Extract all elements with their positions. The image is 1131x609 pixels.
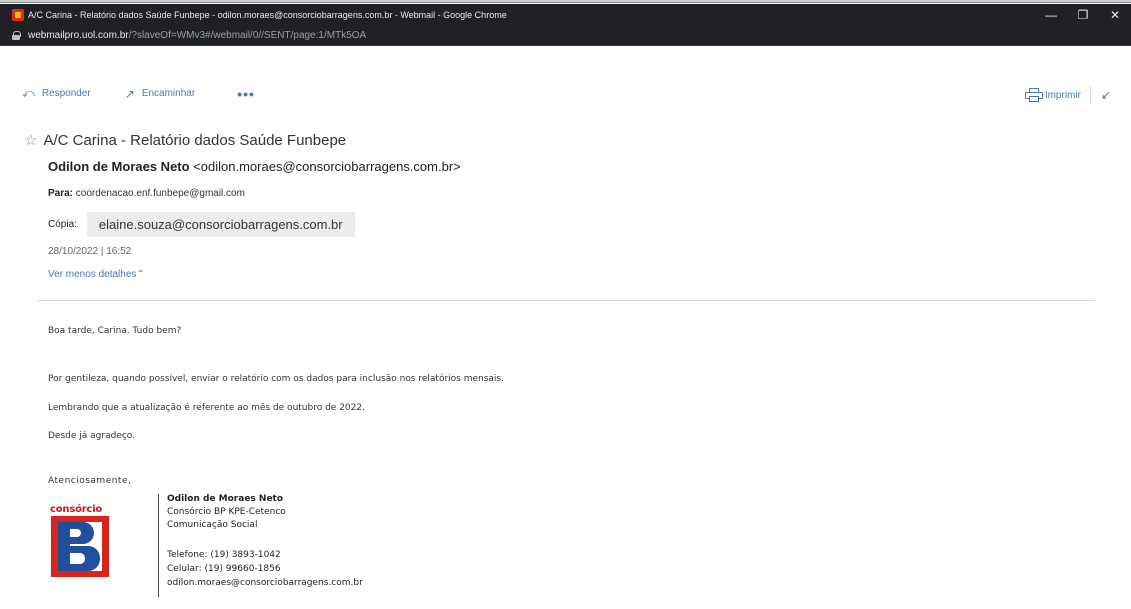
signature-mobile: Celular: (19) 99660-1856: [167, 564, 281, 574]
url-path: /?slaveOf=WMv3#/webmail/0//SENT/page:1/M…: [128, 29, 367, 41]
forward-button[interactable]: ↗ Encaminhar: [125, 87, 195, 101]
recipient-row: Para: coordenacao.enf.funbepe@gmail.com: [48, 188, 245, 199]
toggle-details-link[interactable]: Ver menos detalhes⌃: [48, 269, 145, 280]
signature-name: Odilon de Moraes Neto: [167, 494, 284, 504]
browser-titlebar: A/C Carina - Relatório dados Saúde Funbe…: [0, 4, 1131, 25]
printer-icon[interactable]: [1024, 88, 1043, 102]
message-toolbar: ⤺ Responder ↗ Encaminhar ••• Imprimir ↙: [0, 46, 1131, 122]
reply-label: Responder: [41, 88, 91, 99]
message-date: 28/10/2022 | 16:52: [48, 246, 132, 257]
bp-logo-icon: [51, 516, 109, 577]
forward-icon: ↗: [124, 86, 135, 101]
sender-email: <odilon.moraes@consorciobarragens.com.br…: [193, 159, 461, 174]
minimize-button[interactable]: —: [1035, 4, 1067, 25]
signature-company: Consórcio BP KPE-Cetenco: [167, 507, 286, 517]
star-icon[interactable]: ☆: [24, 131, 37, 149]
message-sender: Odilon de Moraes Neto <odilon.moraes@con…: [48, 159, 461, 174]
lock-icon: [12, 30, 21, 40]
reply-icon: ⤺: [22, 86, 35, 100]
url-host: webmailpro.uol.com.br: [28, 29, 129, 41]
reply-button[interactable]: ⤺ Responder: [22, 86, 91, 101]
body-paragraph-2: Lembrando que a atualização é referente …: [48, 403, 365, 413]
window-title: A/C Carina - Relatório dados Saúde Funbe…: [28, 9, 507, 20]
print-button[interactable]: Imprimir: [1045, 90, 1081, 101]
signature-department: Comunicação Social: [167, 520, 258, 530]
forward-label: Encaminhar: [141, 88, 196, 99]
to-address[interactable]: coordenacao.enf.funbepe@gmail.com: [76, 188, 245, 199]
body-greeting: Boa tarde, Carina. Tudo bem?: [48, 326, 182, 336]
header-divider: [37, 300, 1095, 301]
signature-phone: Telefone: (19) 3893-1042: [167, 550, 281, 560]
collapse-icon[interactable]: ↙: [1101, 88, 1111, 102]
close-button[interactable]: ✕: [1099, 4, 1131, 25]
signature-email[interactable]: odilon.moraes@consorciobarragens.com.br: [167, 578, 363, 588]
toolbar-divider: [1089, 86, 1091, 104]
chevron-up-icon: ⌃: [136, 269, 145, 280]
to-label: Para:: [48, 188, 74, 199]
cc-label: Cópia:: [48, 219, 77, 230]
more-actions-button[interactable]: •••: [237, 87, 255, 101]
address-bar[interactable]: webmailpro.uol.com.br/?slaveOf=WMv3#/web…: [0, 25, 1131, 46]
body-closing: Atenciosamente,: [48, 476, 132, 486]
sender-name: Odilon de Moraes Neto: [48, 159, 190, 174]
cc-address-chip[interactable]: elaine.souza@consorciobarragens.com.br: [86, 212, 355, 237]
body-paragraph-3: Desde já agradeço.: [48, 431, 135, 441]
toolbar-right: Imprimir ↙: [1024, 86, 1111, 104]
subject-text: A/C Carina - Relatório dados Saúde Funbe…: [43, 131, 347, 149]
restore-button[interactable]: ❐: [1067, 4, 1099, 25]
message-subject: ☆ A/C Carina - Relatório dados Saúde Fun…: [24, 131, 347, 150]
window-top-border: [0, 0, 1131, 3]
details-link-label: Ver menos detalhes: [48, 269, 137, 280]
logo-text: consórcio: [50, 504, 103, 515]
body-paragraph-1: Por gentileza, quando possível, enviar o…: [48, 374, 504, 384]
consorcio-logo: consórcio: [48, 494, 110, 578]
signature-divider: [158, 494, 159, 597]
window-controls: — ❐ ✕: [1035, 4, 1131, 25]
toolbar-actions: ⤺ Responder ↗ Encaminhar •••: [22, 86, 255, 101]
webmail-favicon-icon: [12, 8, 24, 21]
cc-row: Cópia: elaine.souza@consorciobarragens.c…: [48, 212, 355, 237]
